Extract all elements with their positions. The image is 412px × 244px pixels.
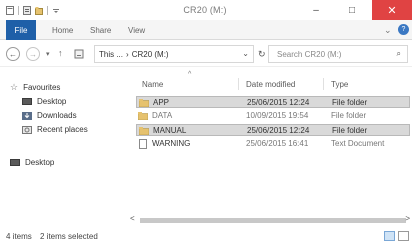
horizontal-scrollbar[interactable]: < >: [130, 214, 412, 226]
file-date: 25/06/2015 12:24: [247, 98, 310, 107]
file-type: File folder: [332, 126, 368, 135]
table-row[interactable]: MANUAL 25/06/2015 12:24 File folder: [136, 124, 410, 136]
customize-toolbar-icon[interactable]: [52, 6, 60, 15]
sidebar-item-favourites[interactable]: ☆ Favourites: [10, 82, 60, 93]
column-header-type[interactable]: Type: [331, 80, 348, 89]
file-date: 25/06/2015 16:41: [246, 139, 309, 148]
sidebar-item-label: Downloads: [37, 111, 77, 120]
up-button[interactable]: ↑: [58, 48, 63, 58]
text-document-icon: [139, 139, 147, 149]
search-input[interactable]: Search CR20 (M:) ⌕: [268, 45, 408, 63]
column-divider[interactable]: [238, 78, 239, 90]
window-title: CR20 (M:): [183, 5, 227, 15]
star-icon: ☆: [10, 82, 19, 92]
table-row[interactable]: DATA 10/09/2015 19:54 File folder: [136, 110, 410, 122]
search-icon[interactable]: ⌕: [397, 49, 401, 59]
drive-icon: [74, 49, 84, 61]
new-folder-icon[interactable]: [35, 6, 43, 15]
quick-access-separator: [47, 5, 48, 15]
details-view-icon[interactable]: [384, 231, 395, 241]
file-name: MANUAL: [153, 126, 187, 135]
minimize-button[interactable]: –: [300, 0, 332, 20]
quick-access-separator: [18, 5, 19, 15]
address-row: ← → ▾ ↑ This ... › CR20 (M:) ⌄ ↻ Search …: [0, 41, 412, 67]
file-date: 10/09/2015 19:54: [246, 111, 309, 120]
tab-home[interactable]: Home: [52, 26, 73, 35]
tab-view[interactable]: View: [128, 26, 145, 35]
maximize-button[interactable]: □: [336, 0, 368, 20]
recent-locations-button[interactable]: ▾: [46, 50, 50, 58]
table-row[interactable]: WARNING 25/06/2015 16:41 Text Document: [136, 138, 410, 150]
file-type: File folder: [331, 111, 367, 120]
title-bar: CR20 (M:) – □ ✕: [0, 0, 412, 20]
quick-access-toolbar: [6, 5, 64, 15]
table-row[interactable]: APP 25/06/2015 12:24 File folder: [136, 96, 410, 108]
file-date: 25/06/2015 12:24: [247, 126, 310, 135]
file-type: Text Document: [331, 139, 385, 148]
column-header-name[interactable]: Name: [142, 80, 163, 89]
sort-ascending-icon: ^: [188, 71, 192, 78]
sidebar-item-label: Desktop: [25, 158, 55, 167]
desktop-icon: [22, 97, 32, 106]
scroll-left-icon[interactable]: <: [130, 214, 135, 223]
sidebar-item-desktop-root[interactable]: Desktop: [10, 158, 54, 167]
folder-icon: [138, 127, 150, 136]
ribbon-tabs: File Home Share View ⌄ ?: [0, 20, 412, 40]
sidebar-item-desktop[interactable]: Desktop: [22, 97, 66, 106]
sidebar-item-downloads[interactable]: Downloads: [22, 111, 77, 120]
back-button[interactable]: ←: [6, 47, 20, 61]
navigation-pane: ☆ Favourites Desktop Downloads Recent pl…: [0, 68, 130, 228]
file-type: File folder: [332, 98, 368, 107]
scroll-right-icon[interactable]: >: [405, 214, 410, 223]
close-button[interactable]: ✕: [372, 0, 412, 20]
file-list: ^ Name Date modified Type APP 25/06/2015…: [130, 68, 412, 228]
folder-icon: [138, 99, 150, 108]
scrollbar-thumb[interactable]: [140, 218, 406, 223]
selection-count: 2 items selected: [40, 232, 98, 241]
tab-file[interactable]: File: [6, 20, 36, 40]
file-name: APP: [153, 98, 170, 107]
address-dropdown-icon[interactable]: ⌄: [242, 49, 249, 58]
downloads-icon: [22, 111, 32, 120]
forward-button[interactable]: →: [26, 47, 40, 61]
large-icons-view-icon[interactable]: [398, 231, 409, 241]
breadcrumb-separator: ›: [126, 49, 129, 59]
properties-icon[interactable]: [23, 5, 31, 15]
app-icon[interactable]: [6, 5, 14, 15]
sidebar-item-label: Recent places: [37, 125, 88, 134]
sidebar-item-label: Favourites: [23, 83, 61, 92]
folder-icon: [137, 112, 149, 121]
file-name: WARNING: [152, 139, 191, 148]
status-bar: 4 items 2 items selected: [0, 228, 412, 244]
search-placeholder: Search CR20 (M:): [277, 49, 342, 59]
recent-places-icon: [22, 125, 32, 134]
desktop-icon: [10, 158, 20, 167]
sidebar-item-label: Desktop: [37, 97, 67, 106]
file-name: DATA: [152, 111, 173, 120]
column-divider[interactable]: [323, 78, 324, 90]
tab-share[interactable]: Share: [90, 26, 111, 35]
sidebar-item-recent-places[interactable]: Recent places: [22, 125, 88, 134]
breadcrumb-cr20[interactable]: CR20 (M:): [132, 50, 169, 59]
help-icon[interactable]: ?: [398, 24, 409, 35]
column-header-date-modified[interactable]: Date modified: [246, 80, 295, 89]
address-bar[interactable]: This ... › CR20 (M:) ⌄: [94, 45, 254, 63]
expand-ribbon-icon[interactable]: ⌄: [384, 25, 392, 36]
refresh-icon[interactable]: ↻: [258, 49, 266, 60]
item-count: 4 items: [6, 232, 32, 241]
breadcrumb-this-pc[interactable]: This ...: [99, 50, 123, 59]
